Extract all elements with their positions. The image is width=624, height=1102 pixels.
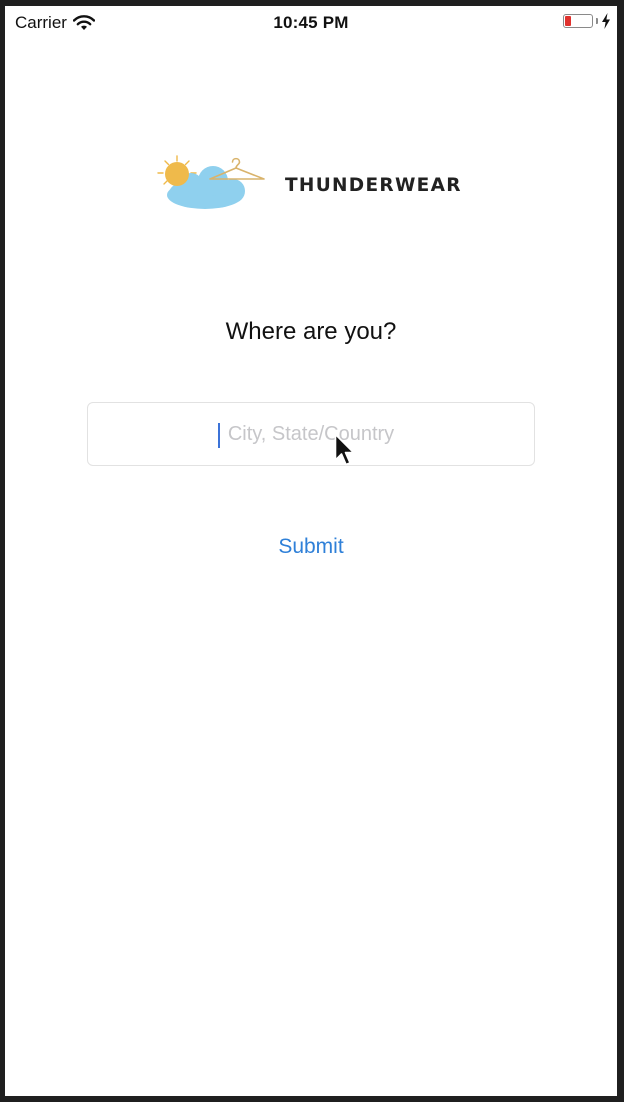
brand-name: THUNDERWEAR — [285, 174, 462, 196]
app-screen: Carrier 10:45 PM THUNDERWEAR Where are y… — [5, 6, 617, 1096]
location-input[interactable] — [88, 403, 534, 465]
submit-button[interactable]: Submit — [261, 532, 361, 562]
status-time: 10:45 PM — [273, 13, 349, 32]
battery-icon — [563, 14, 593, 28]
location-input-container — [87, 402, 535, 466]
location-prompt: Where are you? — [225, 318, 397, 345]
text-caret — [218, 423, 220, 448]
sun-shape — [165, 162, 189, 186]
battery-cap — [596, 18, 598, 24]
charging-bolt-icon — [602, 13, 610, 29]
app-logo: THUNDERWEAR — [155, 154, 462, 214]
sun-cloud-hanger-logo — [157, 155, 265, 209]
battery-indicator — [563, 13, 611, 29]
battery-level — [565, 16, 571, 26]
status-bar: Carrier 10:45 PM — [5, 6, 617, 40]
